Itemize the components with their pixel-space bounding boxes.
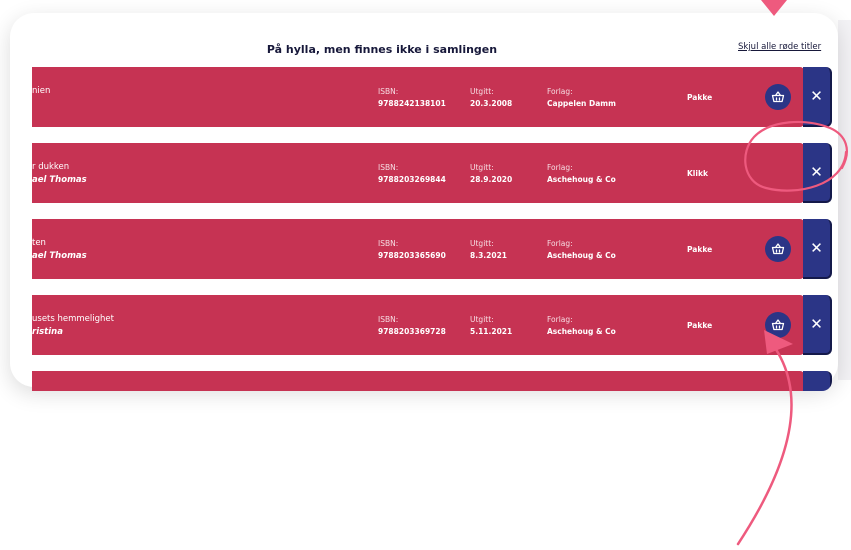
published-label: Utgitt: [470, 239, 494, 248]
published-label: Utgitt: [470, 315, 494, 324]
published-value: 28.9.2020 [470, 175, 513, 184]
book-row-partial [32, 371, 832, 391]
remove-row-button[interactable]: ✕ [803, 143, 832, 203]
basket-icon [771, 91, 785, 103]
publisher-label: Forlag: [547, 163, 573, 172]
publisher-value: Aschehoug & Co [547, 327, 616, 336]
remove-row-button[interactable] [803, 371, 832, 391]
publisher-value: Aschehoug & Co [547, 175, 616, 184]
section-heading: På hylla, men finnes ikke i samlingen [266, 43, 498, 56]
isbn-value: 9788203269844 [378, 175, 446, 184]
book-author: ael Thomas [32, 251, 87, 261]
published-value: 20.3.2008 [470, 99, 513, 108]
isbn-label: ISBN: [378, 87, 399, 96]
book-author: ael Thomas [32, 175, 87, 185]
page: På hylla, men finnes ikke i samlingen Sk… [0, 0, 851, 550]
book-row: ten ael Thomas ISBN: 9788203365690 Utgit… [32, 219, 832, 279]
book-row: r dukken ael Thomas ISBN: 9788203269844 … [32, 143, 832, 203]
close-icon: ✕ [810, 315, 823, 333]
basket-icon [771, 243, 785, 255]
isbn-value: 9788242138101 [378, 99, 446, 108]
remove-row-button[interactable]: ✕ [803, 219, 832, 279]
book-title: usets hemmelighet [32, 314, 114, 324]
card-content: På hylla, men finnes ikke i samlingen Sk… [32, 37, 832, 391]
book-row-body: ten ael Thomas ISBN: 9788203365690 Utgit… [32, 219, 804, 279]
book-author: ristina [32, 327, 63, 337]
published-value: 8.3.2021 [470, 251, 508, 260]
isbn-label: ISBN: [378, 315, 399, 324]
add-to-basket-button[interactable] [765, 236, 791, 262]
isbn-value: 9788203369728 [378, 327, 446, 336]
background-panel [838, 20, 851, 380]
isbn-value: 9788203365690 [378, 251, 446, 260]
book-row-body: usets hemmelighet ristina ISBN: 97882033… [32, 295, 804, 355]
published-value: 5.11.2021 [470, 327, 513, 336]
publisher-value: Cappelen Damm [547, 99, 616, 108]
isbn-label: ISBN: [378, 239, 399, 248]
book-row-body [32, 371, 804, 391]
publisher-label: Forlag: [547, 87, 573, 96]
book-row-body: nien ISBN: 9788242138101 Utgitt: 20.3.20… [32, 67, 804, 127]
hide-red-titles-link[interactable]: Skjul alle røde titler [738, 42, 821, 52]
remove-row-button[interactable]: ✕ [803, 67, 832, 127]
add-to-basket-button[interactable] [765, 84, 791, 110]
book-type: Klikk [687, 169, 708, 178]
isbn-label: ISBN: [378, 163, 399, 172]
publisher-value: Aschehoug & Co [547, 251, 616, 260]
book-type: Pakke [687, 93, 713, 102]
close-icon: ✕ [810, 87, 823, 105]
close-icon: ✕ [810, 163, 823, 181]
published-label: Utgitt: [470, 163, 494, 172]
book-row: nien ISBN: 9788242138101 Utgitt: 20.3.20… [32, 67, 832, 127]
book-type: Pakke [687, 321, 713, 330]
book-type: Pakke [687, 245, 713, 254]
published-label: Utgitt: [470, 87, 494, 96]
book-title: ten [32, 238, 46, 248]
book-title: r dukken [32, 162, 70, 172]
add-to-basket-button[interactable] [765, 312, 791, 338]
close-icon: ✕ [810, 239, 823, 257]
book-row-body: r dukken ael Thomas ISBN: 9788203269844 … [32, 143, 804, 203]
book-row: usets hemmelighet ristina ISBN: 97882033… [32, 295, 832, 355]
publisher-label: Forlag: [547, 239, 573, 248]
book-title: nien [32, 86, 51, 96]
remove-row-button[interactable]: ✕ [803, 295, 832, 355]
publisher-label: Forlag: [547, 315, 573, 324]
missing-titles-card: På hylla, men finnes ikke i samlingen Sk… [10, 13, 838, 391]
basket-icon [771, 319, 785, 331]
